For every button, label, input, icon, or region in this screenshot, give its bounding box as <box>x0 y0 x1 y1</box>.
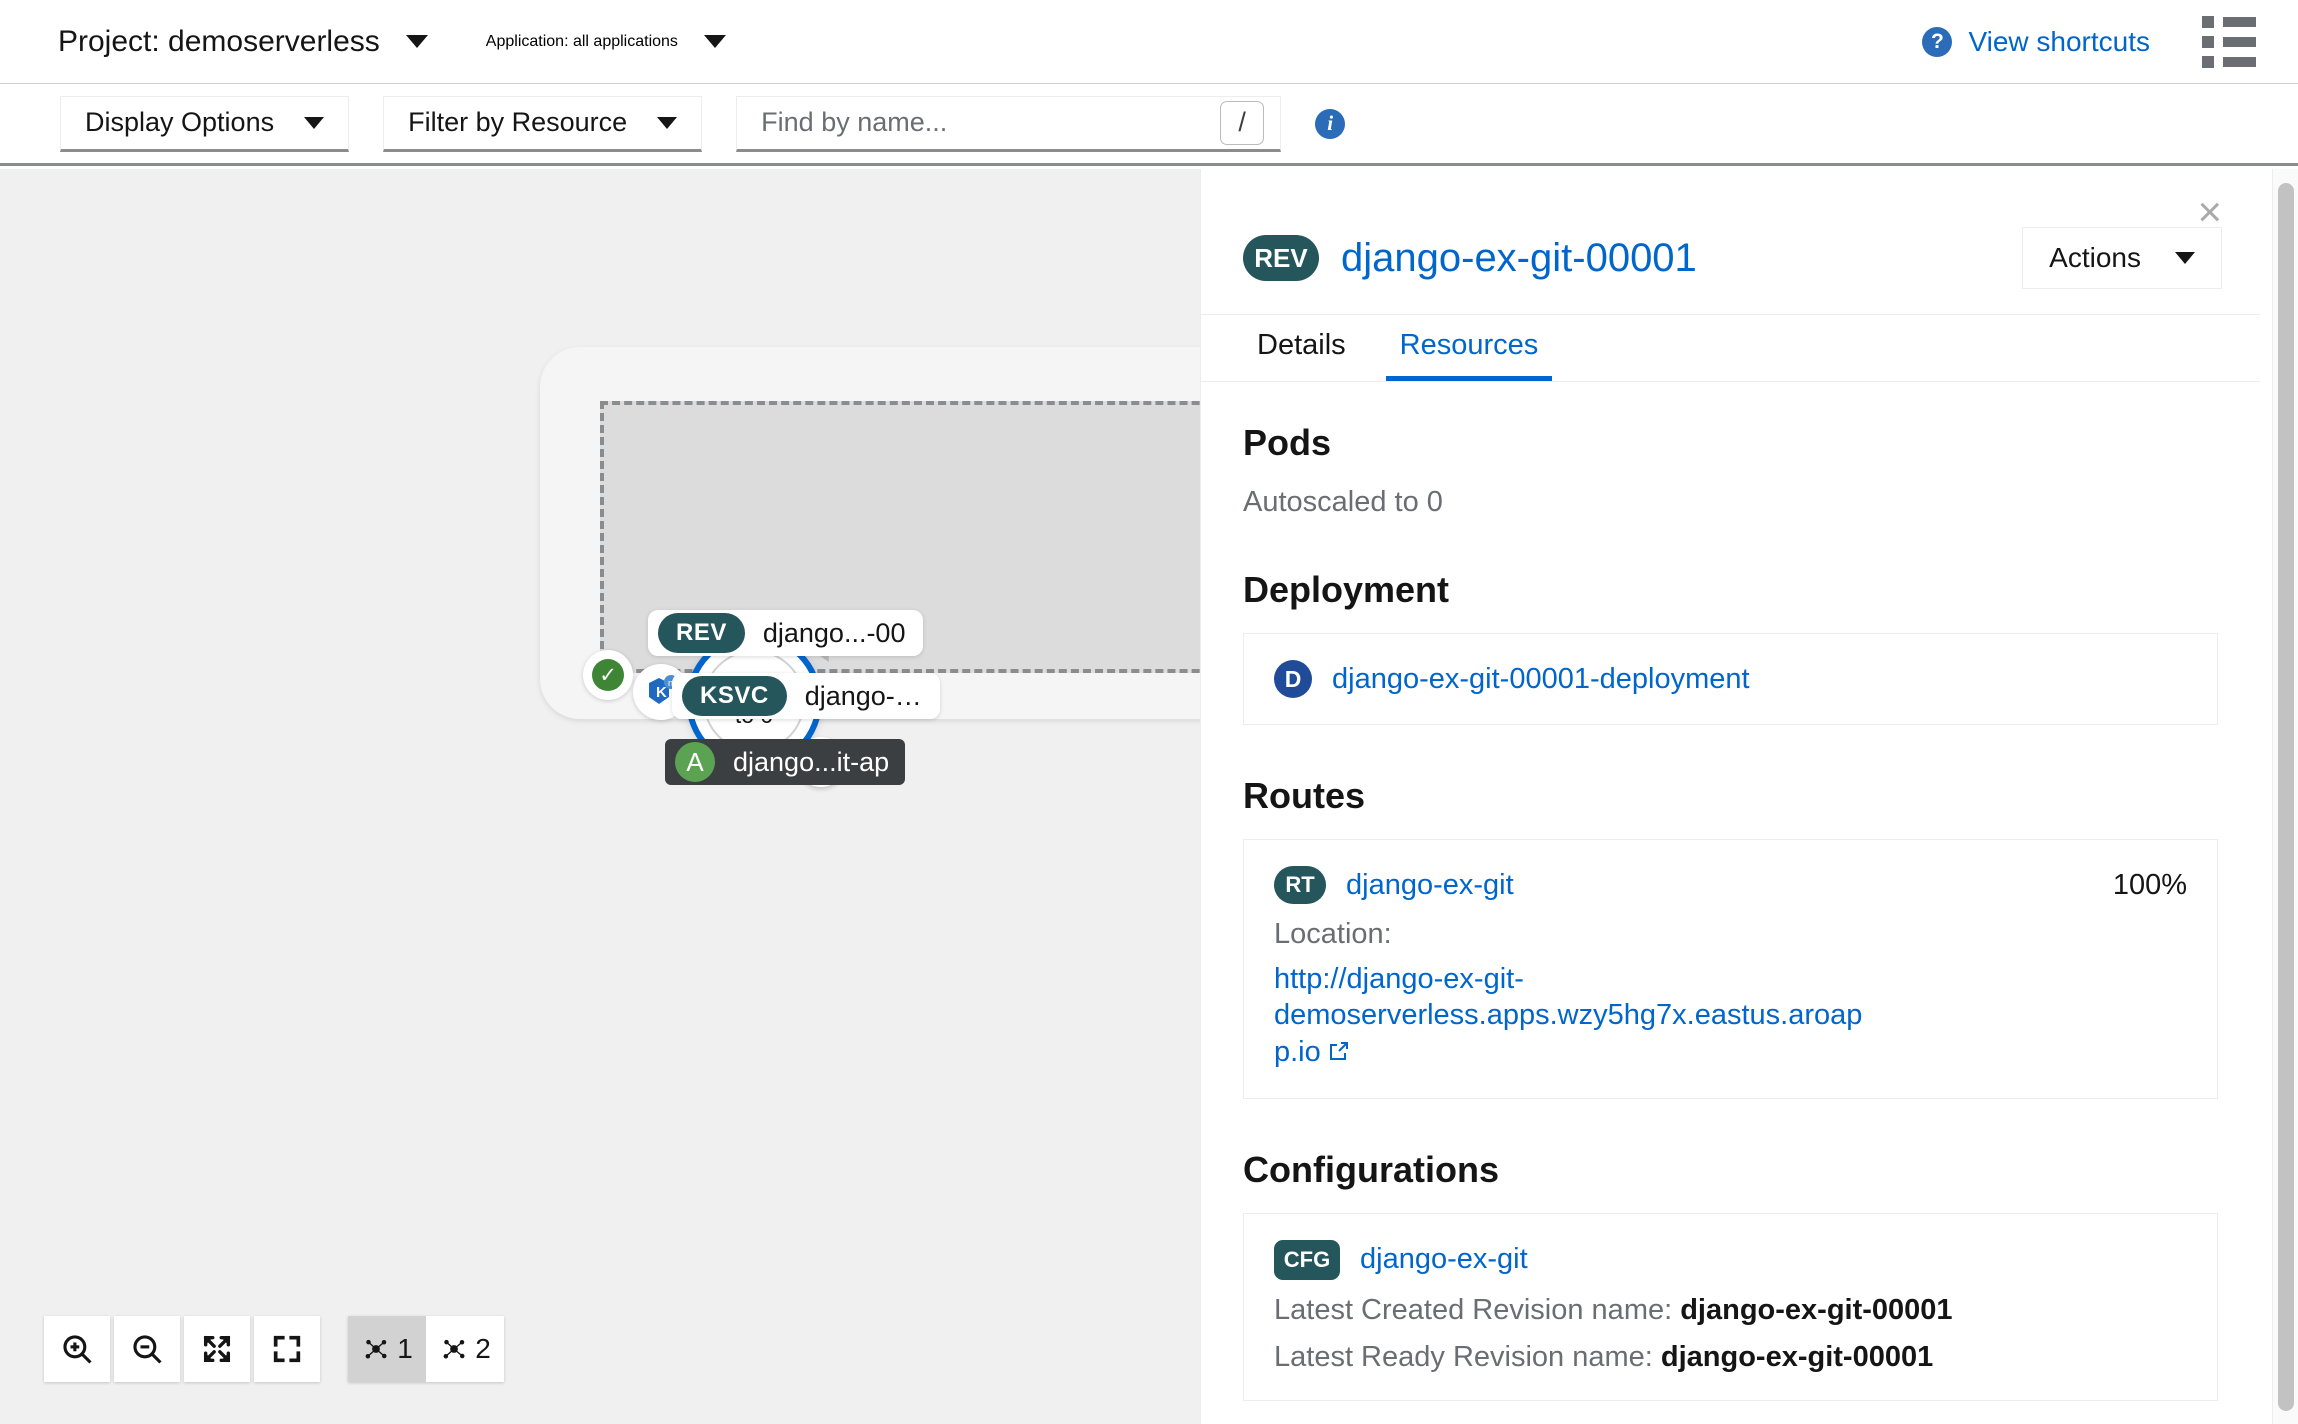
deployment-section-title: Deployment <box>1243 569 1450 610</box>
topology-group-1-button[interactable]: 1 <box>348 1316 426 1382</box>
zoom-out-icon[interactable] <box>114 1316 180 1382</box>
chevron-down-icon <box>657 116 678 129</box>
revision-label-pill[interactable]: REV django...-00 <box>648 610 924 656</box>
topology-group-toggle: 1 2 <box>348 1316 504 1382</box>
route-location-label: Location: <box>1274 918 1392 950</box>
latest-ready-revision-value: django-ex-git-00001 <box>1660 1340 1934 1373</box>
topology-group-2-label: 2 <box>475 1333 491 1364</box>
rev-badge: REV <box>658 613 745 653</box>
application-tooltip: A django...it-ap <box>665 739 906 785</box>
check-circle-icon: ✓ <box>583 650 633 700</box>
route-traffic-percent: 100% <box>2112 868 2187 901</box>
deployment-card: D django-ex-git-00001-deployment <box>1243 633 2218 725</box>
configuration-link[interactable]: django-ex-git <box>1360 1243 1528 1276</box>
search-field-wrapper: / <box>736 95 1282 152</box>
ksvc-pill-name: django-… <box>804 680 922 711</box>
display-options-label: Display Options <box>85 107 275 137</box>
configuration-badge: CFG <box>1274 1239 1340 1280</box>
latest-ready-revision-row: Latest Ready Revision name: django-ex-gi… <box>1274 1341 2187 1374</box>
list-view-icon[interactable] <box>2202 15 2256 68</box>
actions-dropdown[interactable]: Actions <box>2022 227 2222 289</box>
reset-view-icon[interactable] <box>254 1316 320 1382</box>
chevron-down-icon <box>2175 252 2195 264</box>
topology-toolbar: Display Options Filter by Resource / i <box>0 84 2298 166</box>
info-circle-icon[interactable]: i <box>1315 108 1346 139</box>
application-tooltip-name: django...it-ap <box>733 746 890 777</box>
chevron-down-icon <box>304 116 325 129</box>
ksvc-label-pill[interactable]: KSVC django-… <box>672 673 940 719</box>
resource-type-badge: REV <box>1243 235 1319 281</box>
configuration-card: CFG django-ex-git Latest Created Revisio… <box>1243 1212 2218 1401</box>
page-title[interactable]: django-ex-git-00001 <box>1341 236 1697 281</box>
side-panel-scrollbar-thumb[interactable] <box>2278 183 2294 1411</box>
side-panel-body: Pods Autoscaled to 0 Deployment D django… <box>1201 422 2260 1401</box>
pods-section: Pods Autoscaled to 0 <box>1243 422 2218 519</box>
filter-by-resource-dropdown[interactable]: Filter by Resource <box>383 95 703 152</box>
chevron-down-icon <box>703 35 726 48</box>
actions-label: Actions <box>2049 242 2141 273</box>
deployment-section: Deployment D django-ex-git-00001-deploym… <box>1243 569 2218 725</box>
latest-ready-revision-label: Latest Ready Revision name: <box>1274 1340 1653 1373</box>
routes-section: Routes RT django-ex-git 100% Location: h… <box>1243 775 2218 1099</box>
question-circle-icon: ? <box>1922 26 1953 57</box>
deployment-badge: D <box>1274 660 1312 698</box>
side-panel-scrollbar-track[interactable] <box>2272 169 2298 1424</box>
zoom-in-icon[interactable] <box>44 1316 110 1382</box>
topology-group-2-button[interactable]: 2 <box>426 1316 504 1382</box>
route-url-link[interactable]: http://django-ex-git- demoserverless.app… <box>1274 961 1874 1072</box>
application-selector[interactable]: Application: all applications <box>486 33 726 51</box>
fit-to-screen-icon[interactable] <box>184 1316 250 1382</box>
configurations-section-title: Configurations <box>1243 1148 1499 1190</box>
tab-details[interactable]: Details <box>1243 329 1360 381</box>
view-shortcuts-link[interactable]: ? View shortcuts <box>1922 26 2150 58</box>
routes-section-title: Routes <box>1243 775 1366 816</box>
side-panel-header: × REV django-ex-git-00001 Actions <box>1201 169 2260 314</box>
deployment-link[interactable]: django-ex-git-00001-deployment <box>1332 663 1750 696</box>
application-selector-label: Application: all applications <box>485 32 678 50</box>
application-badge: A <box>675 742 715 782</box>
svg-text:K: K <box>656 684 667 701</box>
search-input[interactable] <box>761 107 1221 138</box>
topology-group-1-label: 1 <box>397 1333 413 1364</box>
side-panel-tabs: Details Resources <box>1201 314 2260 382</box>
latest-created-revision-label: Latest Created Revision name: <box>1274 1293 1673 1326</box>
canvas-zoom-controls: 1 2 <box>44 1316 504 1382</box>
tab-resources[interactable]: Resources <box>1385 329 1553 381</box>
latest-created-revision-value: django-ex-git-00001 <box>1680 1293 1953 1326</box>
pods-section-title: Pods <box>1243 422 1332 463</box>
top-navigation-bar: Project: demoserverless Application: all… <box>0 0 2298 84</box>
route-card: RT django-ex-git 100% Location: http://d… <box>1243 839 2218 1099</box>
ksvc-badge: KSVC <box>682 676 787 716</box>
project-selector[interactable]: Project: demoserverless <box>58 25 428 59</box>
latest-created-revision-row: Latest Created Revision name: django-ex-… <box>1274 1294 2187 1327</box>
project-selector-label: Project: demoserverless <box>58 24 380 58</box>
pods-empty-text: Autoscaled to 0 <box>1243 486 1443 518</box>
topology-canvas[interactable]: Autoscaled to 0 REV django...-00 ✓ K n <box>0 169 1200 1424</box>
route-url-line-1: http://django-ex-git- <box>1274 963 1524 995</box>
search-shortcut-key: / <box>1220 100 1265 145</box>
side-panel: × REV django-ex-git-00001 Actions Detail… <box>1200 169 2260 1424</box>
view-shortcuts-label: View shortcuts <box>1968 25 2150 57</box>
external-link-icon <box>1327 1036 1351 1072</box>
top-bar-right-group: ? View shortcuts <box>1922 15 2256 68</box>
chevron-down-icon <box>405 35 428 48</box>
revision-pill-name: django...-00 <box>762 617 906 648</box>
route-badge: RT <box>1274 866 1326 904</box>
topology-page: Project: demoserverless Application: all… <box>0 0 2298 1424</box>
display-options-dropdown[interactable]: Display Options <box>60 95 350 152</box>
configurations-section: Configurations CFG django-ex-git Latest … <box>1243 1149 2218 1401</box>
filter-by-resource-label: Filter by Resource <box>408 107 628 137</box>
route-url-line-2: demoserverless.apps.wzy5hg7x.eastus.aroa… <box>1274 999 1863 1068</box>
route-link[interactable]: django-ex-git <box>1346 869 1514 902</box>
